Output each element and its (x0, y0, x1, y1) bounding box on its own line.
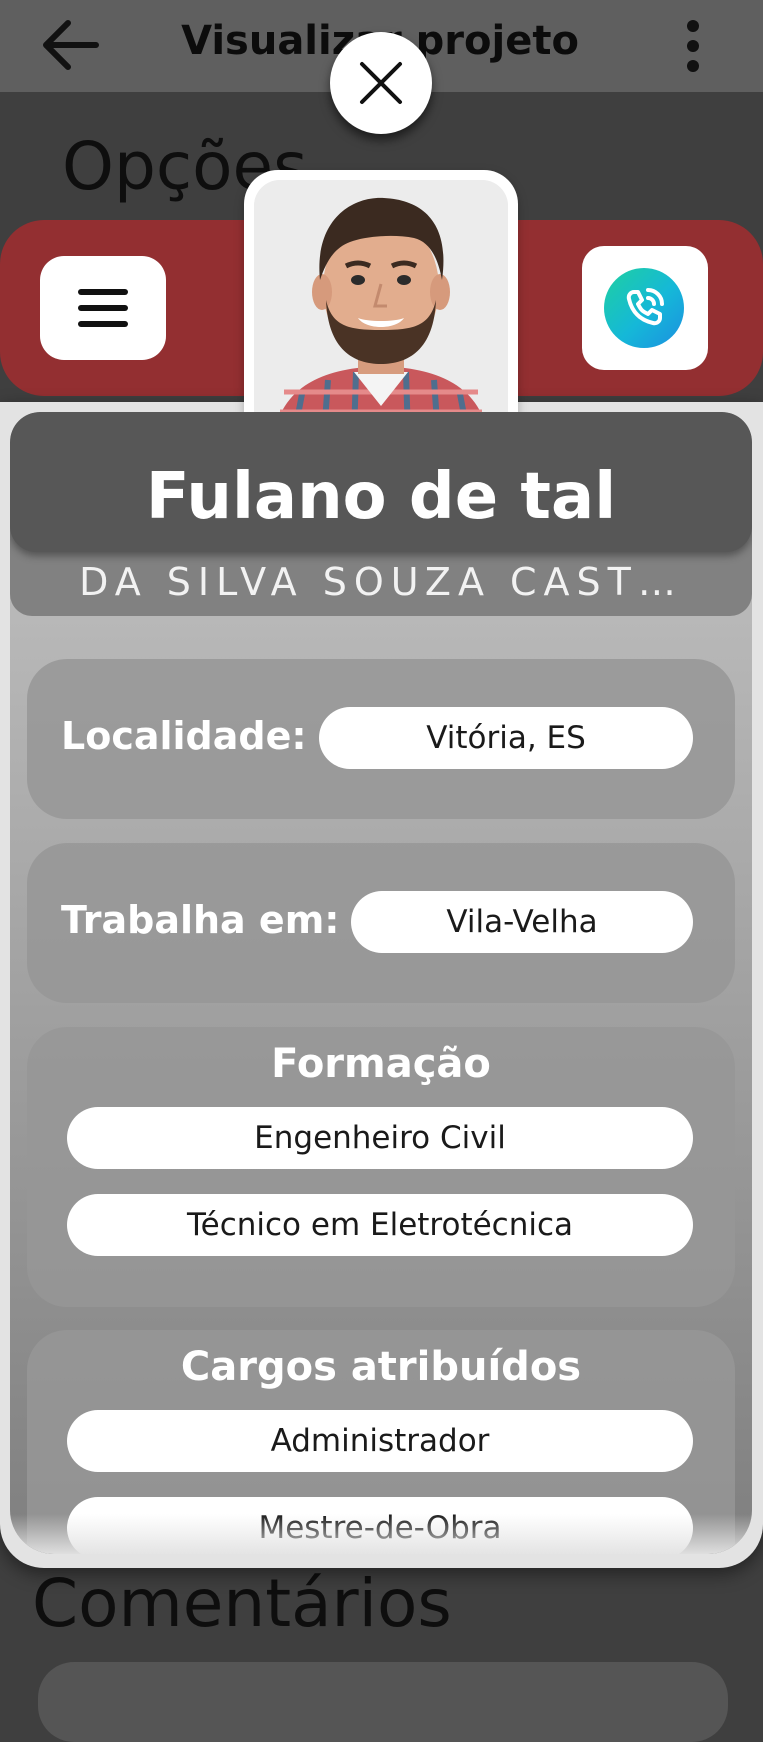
name-banner: Fulano de tal (10, 412, 752, 552)
location-card: Localidade: Vitória, ES (27, 659, 735, 819)
profile-scroll-area[interactable]: Fulano de tal DA SILVA SOUZA CAST… Local… (10, 412, 752, 1554)
profile-name: Fulano de tal (145, 460, 617, 534)
scroll-fade (10, 1514, 752, 1554)
workplace-label: Trabalha em: (61, 898, 340, 942)
close-modal-button[interactable] (330, 32, 432, 134)
menu-button[interactable] (40, 256, 166, 360)
role-item: Administrador (67, 1410, 693, 1472)
profile-photo (254, 180, 508, 436)
call-button[interactable] (582, 246, 708, 370)
education-item: Engenheiro Civil (67, 1107, 693, 1169)
roles-title: Cargos atribuídos (180, 1344, 582, 1390)
phone-call-icon (604, 268, 684, 348)
workplace-card: Trabalha em: Vila-Velha (27, 843, 735, 1003)
workplace-value: Vila-Velha (351, 891, 693, 953)
more-options-button[interactable] (676, 18, 710, 74)
comments-heading: Comentários (32, 1565, 452, 1642)
location-label: Localidade: (61, 714, 307, 758)
profile-surname: DA SILVA SOUZA CAST… (79, 560, 683, 604)
more-vertical-icon (687, 20, 699, 72)
close-icon (360, 62, 402, 104)
education-title: Formação (271, 1041, 491, 1087)
arrow-left-icon (43, 20, 99, 70)
education-card: Formação Engenheiro Civil Técnico em Ele… (27, 1027, 735, 1307)
location-value: Vitória, ES (319, 707, 693, 769)
profile-modal: Fulano de tal DA SILVA SOUZA CAST… Local… (0, 402, 763, 1568)
back-button[interactable] (36, 14, 108, 76)
comment-card (38, 1662, 728, 1742)
profile-avatar (244, 170, 518, 446)
education-item: Técnico em Eletrotécnica (67, 1194, 693, 1256)
